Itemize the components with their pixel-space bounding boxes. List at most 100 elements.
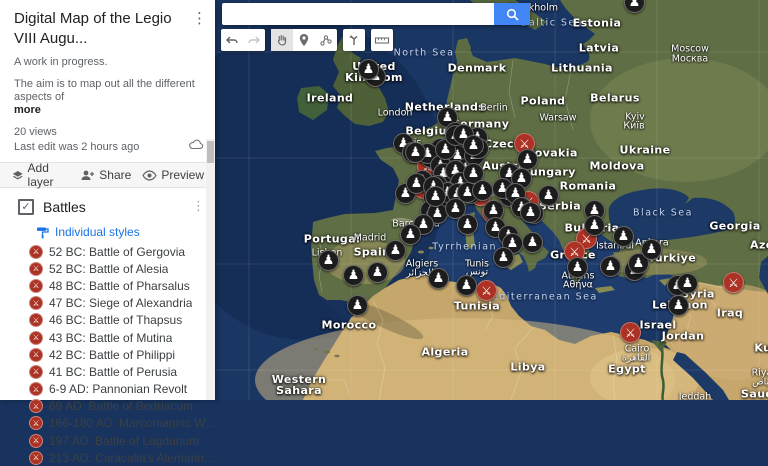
undo-icon: [225, 33, 239, 47]
monument-marker[interactable]: ♟: [457, 214, 478, 235]
battle-item-label: 47 BC: Siege of Alexandria: [49, 296, 192, 310]
battle-marker-icon: ⚔: [29, 296, 43, 310]
drive-cloud-icon: [189, 139, 204, 153]
add-layer-button[interactable]: Add layer: [12, 161, 69, 189]
monument-marker[interactable]: ♟: [522, 232, 543, 253]
directions-icon: [347, 33, 361, 47]
list-item[interactable]: ⚔52 BC: Battle of Gergovia: [0, 243, 215, 260]
battle-marker-icon: ⚔: [29, 451, 43, 465]
monument-marker[interactable]: ♟: [677, 273, 698, 294]
layer-menu-kebab-icon[interactable]: ⋮: [192, 199, 205, 214]
scrollbar-thumb[interactable]: [207, 141, 214, 163]
list-item[interactable]: ⚔42 BC: Battle of Philippi: [0, 346, 215, 363]
share-button[interactable]: Share: [80, 168, 131, 182]
battle-marker[interactable]: ⚔: [723, 272, 744, 293]
monument-marker[interactable]: ♟: [624, 0, 645, 13]
search-button[interactable]: [494, 3, 530, 25]
add-layer-label: Add layer: [28, 161, 70, 189]
battle-marker-icon: ⚔: [29, 382, 43, 396]
monument-marker[interactable]: ♟: [405, 142, 426, 163]
list-item[interactable]: ⚔ 47 BC: Siege of Alexandria: [0, 295, 215, 312]
list-item[interactable]: ⚔ 43 BC: Battle of Mutina: [0, 329, 215, 346]
paint-roller-icon: [36, 226, 49, 239]
directions-button[interactable]: [343, 29, 365, 51]
battle-item-label: 197 AD: Battle of Lugdunum: [49, 434, 199, 448]
list-item[interactable]: ⚔41 BC: Battle of Perusia: [0, 363, 215, 380]
battle-marker-icon: ⚔: [29, 262, 43, 276]
monument-marker[interactable]: ♟: [584, 215, 605, 236]
monument-marker[interactable]: ♟: [425, 186, 446, 207]
monument-marker[interactable]: ♟: [456, 275, 477, 296]
individual-styles-button[interactable]: Individual styles: [36, 225, 215, 239]
battle-marker-icon: ⚔: [29, 331, 43, 345]
individual-styles-label: Individual styles: [55, 225, 140, 239]
monument-marker[interactable]: ♟: [385, 240, 406, 261]
search-input[interactable]: [222, 3, 494, 25]
list-item[interactable]: ⚔46 BC: Battle of Thapsus: [0, 312, 215, 329]
battle-item-label: 41 BC: Battle of Perusia: [49, 365, 177, 379]
monument-marker[interactable]: ♟: [538, 185, 559, 206]
list-item[interactable]: ⚔69 AD: Battle of Bedriacum: [0, 398, 215, 415]
monument-marker[interactable]: ♟: [358, 59, 379, 80]
monument-marker[interactable]: ♟: [613, 226, 634, 247]
monument-marker[interactable]: ♟: [347, 295, 368, 316]
monument-marker[interactable]: ♟: [517, 149, 538, 170]
share-label: Share: [99, 168, 131, 182]
monument-marker[interactable]: ♟: [428, 268, 449, 289]
layer-name[interactable]: Battles: [43, 199, 86, 215]
drawing-toolbar: [221, 29, 399, 51]
monument-marker[interactable]: ♟: [343, 265, 364, 286]
battle-item-label: 69 AD: Battle of Bedriacum: [49, 399, 193, 413]
more-link[interactable]: more: [14, 104, 41, 116]
layers-icon: [12, 169, 24, 182]
list-item[interactable]: ⚔166-180 AD: Marcomannic W...: [0, 415, 215, 432]
redo-icon: [247, 33, 261, 47]
layer-panel: ✓ Battles ⋮ Individual styles ⚔52 BC: Ba…: [0, 188, 215, 466]
marker-pin-icon: [298, 33, 310, 47]
sidebar-toolbar: Add layer Share Preview: [0, 162, 215, 188]
monument-marker[interactable]: ♟: [641, 239, 662, 260]
last-edit-text: Last edit was 2 hours ago: [14, 141, 139, 153]
map-menu-kebab-icon[interactable]: ⋮: [192, 9, 207, 27]
battle-item-label: 46 BC: Battle of Thapsus: [49, 313, 182, 327]
preview-button[interactable]: Preview: [142, 168, 204, 182]
search-icon: [506, 8, 519, 21]
map-subtitle: A work in progress.: [14, 56, 201, 68]
battle-item-label: 213 AD: Caracalla's Alemann...: [49, 451, 214, 465]
sidebar-panel: Digital Map of the Legio VIII Augu... ⋮ …: [0, 0, 215, 400]
undo-button[interactable]: [221, 29, 243, 51]
polyline-icon: [319, 33, 333, 47]
monument-marker[interactable]: ♟: [567, 257, 588, 278]
list-item[interactable]: ⚔ 197 AD: Battle of Lugdunum: [0, 432, 215, 449]
battle-marker-icon: ⚔: [29, 434, 43, 448]
battle-item-label: 43 BC: Battle of Mutina: [49, 331, 172, 345]
monument-marker[interactable]: ♟: [367, 262, 388, 283]
battle-marker[interactable]: ⚔: [620, 322, 641, 343]
list-item[interactable]: ⚔48 BC: Battle of Pharsalus: [0, 277, 215, 294]
battle-marker-icon: ⚔: [29, 279, 43, 293]
list-item[interactable]: ⚔6-9 AD: Pannonian Revolt: [0, 381, 215, 398]
monument-marker[interactable]: ♟: [600, 256, 621, 277]
map-canvas[interactable]: North SeaBaltic SeaBlack SeaTyrrhenian S…: [215, 0, 768, 400]
add-marker-button[interactable]: [293, 29, 315, 51]
monument-marker[interactable]: ♟: [400, 224, 421, 245]
list-item[interactable]: ⚔ 213 AD: Caracalla's Alemann...: [0, 449, 215, 466]
monument-marker[interactable]: ♟: [463, 135, 484, 156]
eye-icon: [142, 170, 157, 181]
search-bar: [222, 3, 530, 25]
measure-button[interactable]: [371, 29, 393, 51]
draw-line-button[interactable]: [315, 29, 337, 51]
battle-marker[interactable]: ⚔: [476, 280, 497, 301]
preview-label: Preview: [161, 168, 204, 182]
pan-tool-button[interactable]: [271, 29, 293, 51]
battle-item-label: 52 BC: Battle of Alesia: [49, 262, 168, 276]
monument-marker[interactable]: ♟: [493, 247, 514, 268]
monument-marker[interactable]: ♟: [318, 250, 339, 271]
monument-marker[interactable]: ♟: [472, 180, 493, 201]
redo-button[interactable]: [243, 29, 265, 51]
layer-checkbox[interactable]: ✓: [18, 199, 34, 215]
map-description: The aim is to map out all the different …: [14, 78, 195, 103]
monument-marker[interactable]: ♟: [668, 295, 689, 316]
list-item[interactable]: ⚔ 52 BC: Battle of Alesia: [0, 260, 215, 277]
monument-marker[interactable]: ♟: [520, 202, 541, 223]
